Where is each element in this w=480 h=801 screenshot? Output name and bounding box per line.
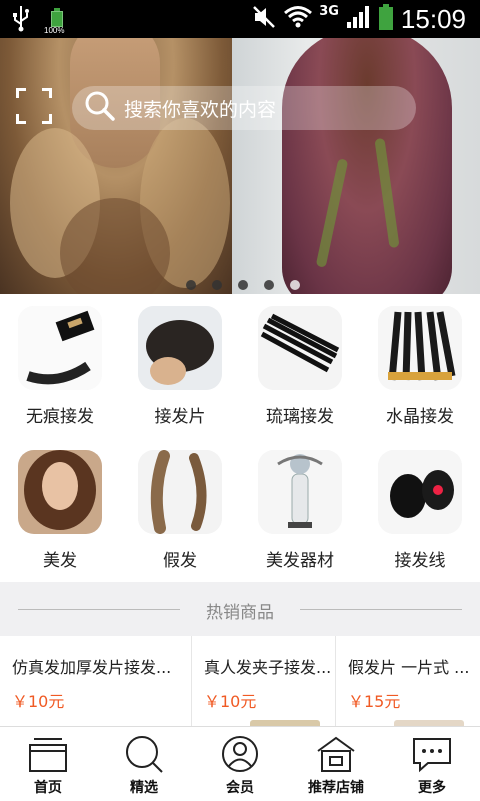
category-label: 美发 bbox=[43, 551, 77, 571]
category-glass-extension[interactable]: 琉璃接发 bbox=[240, 294, 360, 438]
banner-image-left bbox=[0, 38, 232, 294]
tab-home[interactable]: 首页 bbox=[0, 727, 96, 801]
battery-full-icon: 100% bbox=[44, 5, 68, 35]
category-extension-thread[interactable]: 接发线 bbox=[360, 438, 480, 582]
category-label: 琉璃接发 bbox=[266, 407, 334, 427]
carousel-dot[interactable] bbox=[264, 280, 274, 290]
category-label: 无痕接发 bbox=[26, 407, 94, 427]
network-type: 3G bbox=[319, 4, 339, 19]
product-card[interactable]: 真人发夹子接发... ￥10元 bbox=[192, 636, 336, 726]
product-list: 仿真发加厚发片接发... ￥10元 真人发夹子接发... ￥10元 假发片 一片… bbox=[0, 636, 480, 726]
category-label: 水晶接发 bbox=[386, 407, 454, 427]
category-label: 接发片 bbox=[154, 407, 206, 427]
search-input[interactable]: 搜索你喜欢的内容 bbox=[72, 86, 416, 130]
clock: 15:09 bbox=[400, 4, 466, 34]
home-window-icon bbox=[28, 735, 68, 773]
category-hair-piece[interactable]: 接发片 bbox=[120, 294, 240, 438]
tab-label: 首页 bbox=[34, 780, 62, 796]
battery-percent: 100% bbox=[44, 26, 65, 35]
category-thumb bbox=[18, 306, 102, 390]
carousel-dot[interactable] bbox=[186, 280, 196, 290]
tab-label: 推荐店铺 bbox=[308, 780, 364, 796]
tab-featured[interactable]: 精选 bbox=[96, 727, 192, 801]
category-label: 接发线 bbox=[394, 551, 446, 571]
carousel-dot[interactable] bbox=[212, 280, 222, 290]
usb-icon bbox=[12, 4, 30, 36]
product-price: ￥15元 bbox=[348, 692, 401, 711]
category-seamless-extension[interactable]: 无痕接发 bbox=[0, 294, 120, 438]
category-wig[interactable]: 假发 bbox=[120, 438, 240, 582]
mute-icon bbox=[251, 4, 277, 34]
tab-label: 更多 bbox=[418, 780, 446, 796]
status-bar: 100% 3G 15:09 bbox=[0, 0, 480, 38]
carousel-dot[interactable] bbox=[238, 280, 248, 290]
product-name: 假发片 一片式 ... bbox=[348, 658, 470, 677]
hot-sales-header: 热销商品 bbox=[0, 582, 480, 636]
product-name: 真人发夹子接发... bbox=[204, 658, 332, 677]
carousel-dot-active[interactable] bbox=[290, 280, 300, 290]
category-crystal-extension[interactable]: 水晶接发 bbox=[360, 294, 480, 438]
tab-recommended-stores[interactable]: 推荐店铺 bbox=[288, 727, 384, 801]
category-hairdressing[interactable]: 美发 bbox=[0, 438, 120, 582]
wifi-icon bbox=[283, 4, 313, 34]
product-card[interactable]: 仿真发加厚发片接发... ￥10元 bbox=[0, 636, 192, 726]
category-label: 假发 bbox=[163, 551, 197, 571]
signal-icon bbox=[345, 4, 371, 34]
tab-member[interactable]: 会员 bbox=[192, 727, 288, 801]
store-icon bbox=[316, 735, 356, 773]
product-price: ￥10元 bbox=[204, 692, 257, 711]
category-label: 美发器材 bbox=[266, 551, 334, 571]
battery-icon bbox=[377, 2, 395, 36]
scan-icon[interactable] bbox=[16, 88, 52, 124]
category-thumb bbox=[18, 450, 102, 534]
more-chat-icon bbox=[412, 735, 452, 773]
category-thumb bbox=[138, 306, 222, 390]
category-thumb bbox=[378, 306, 462, 390]
category-thumb bbox=[258, 450, 342, 534]
category-thumb bbox=[258, 306, 342, 390]
carousel-indicator bbox=[186, 280, 300, 290]
search-placeholder: 搜索你喜欢的内容 bbox=[124, 98, 277, 121]
category-salon-equipment[interactable]: 美发器材 bbox=[240, 438, 360, 582]
product-name: 仿真发加厚发片接发... bbox=[12, 658, 172, 677]
bottom-tab-bar: 首页 精选 会员 推荐店铺 更多 bbox=[0, 726, 480, 800]
product-price: ￥10元 bbox=[12, 692, 65, 711]
category-thumb bbox=[378, 450, 462, 534]
category-thumb bbox=[138, 450, 222, 534]
hot-sales-title: 热销商品 bbox=[206, 603, 274, 623]
user-icon bbox=[220, 735, 260, 773]
tab-label: 精选 bbox=[130, 780, 158, 796]
search-icon bbox=[84, 90, 116, 126]
product-card[interactable]: 假发片 一片式 ... ￥15元 bbox=[336, 636, 480, 726]
divider bbox=[300, 609, 462, 610]
tab-more[interactable]: 更多 bbox=[384, 727, 480, 801]
tab-label: 会员 bbox=[226, 780, 254, 796]
search-icon bbox=[124, 735, 164, 773]
category-grid: 无痕接发 接发片 琉璃接发 水晶接发 美发 假发 美发器材 接发线 bbox=[0, 294, 480, 582]
hero-banner[interactable]: 搜索你喜欢的内容 bbox=[0, 38, 480, 294]
banner-image-right bbox=[232, 38, 480, 294]
